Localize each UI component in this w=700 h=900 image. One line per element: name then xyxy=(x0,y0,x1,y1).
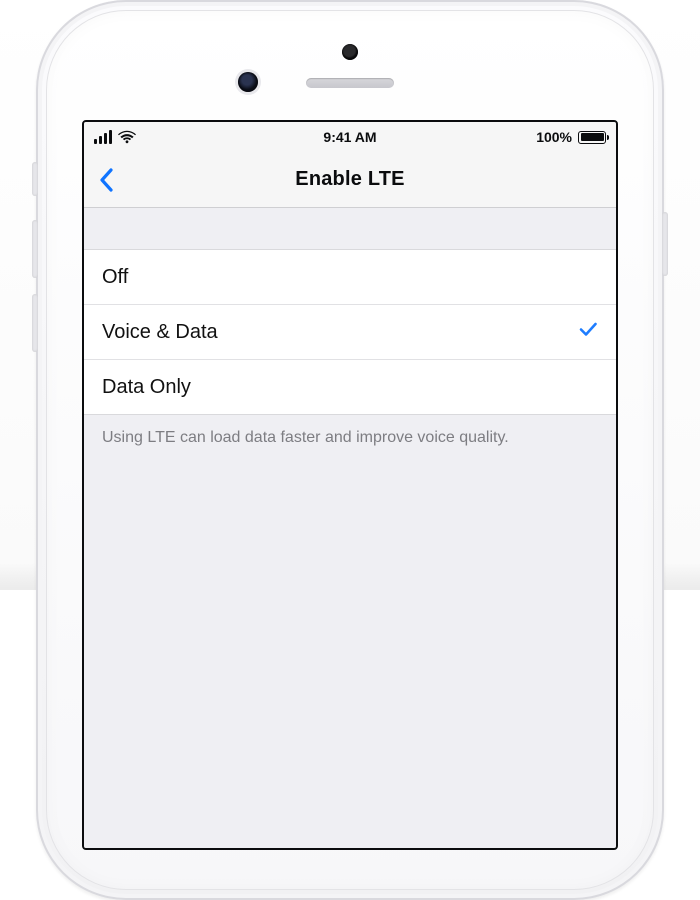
screen: 9:41 AM 100% Enable LTE xyxy=(82,120,618,850)
page-title: Enable LTE xyxy=(84,168,616,191)
iphone-bezel: 9:41 AM 100% Enable LTE xyxy=(46,10,654,890)
section-header-gap xyxy=(84,208,616,250)
option-off[interactable]: Off xyxy=(84,250,616,305)
checkmark-icon xyxy=(578,319,598,345)
volume-down-button xyxy=(32,294,38,352)
battery-percent: 100% xyxy=(536,129,572,145)
proximity-sensor xyxy=(342,44,358,60)
cellular-signal-icon xyxy=(94,130,112,144)
device-mockup: 9:41 AM 100% Enable LTE xyxy=(0,0,700,590)
earpiece-speaker xyxy=(306,78,394,88)
chevron-left-icon xyxy=(98,168,114,192)
navigation-bar: Enable LTE xyxy=(84,152,616,208)
option-voice-and-data-label: Voice & Data xyxy=(102,321,218,344)
option-data-only[interactable]: Data Only xyxy=(84,360,616,415)
lte-options-list: Off Voice & Data Data Only xyxy=(84,250,616,415)
status-bar: 9:41 AM 100% xyxy=(84,122,616,152)
power-button xyxy=(662,212,668,276)
option-data-only-label: Data Only xyxy=(102,376,191,399)
iphone-body: 9:41 AM 100% Enable LTE xyxy=(36,0,664,900)
volume-up-button xyxy=(32,220,38,278)
option-voice-and-data[interactable]: Voice & Data xyxy=(84,305,616,360)
battery-icon xyxy=(578,131,606,144)
wifi-icon xyxy=(118,130,136,144)
back-button[interactable] xyxy=(84,158,128,202)
option-off-label: Off xyxy=(102,266,128,289)
front-camera xyxy=(238,72,258,92)
content-background xyxy=(84,449,616,850)
footer-description: Using LTE can load data faster and impro… xyxy=(84,415,616,449)
mute-switch xyxy=(32,162,38,196)
